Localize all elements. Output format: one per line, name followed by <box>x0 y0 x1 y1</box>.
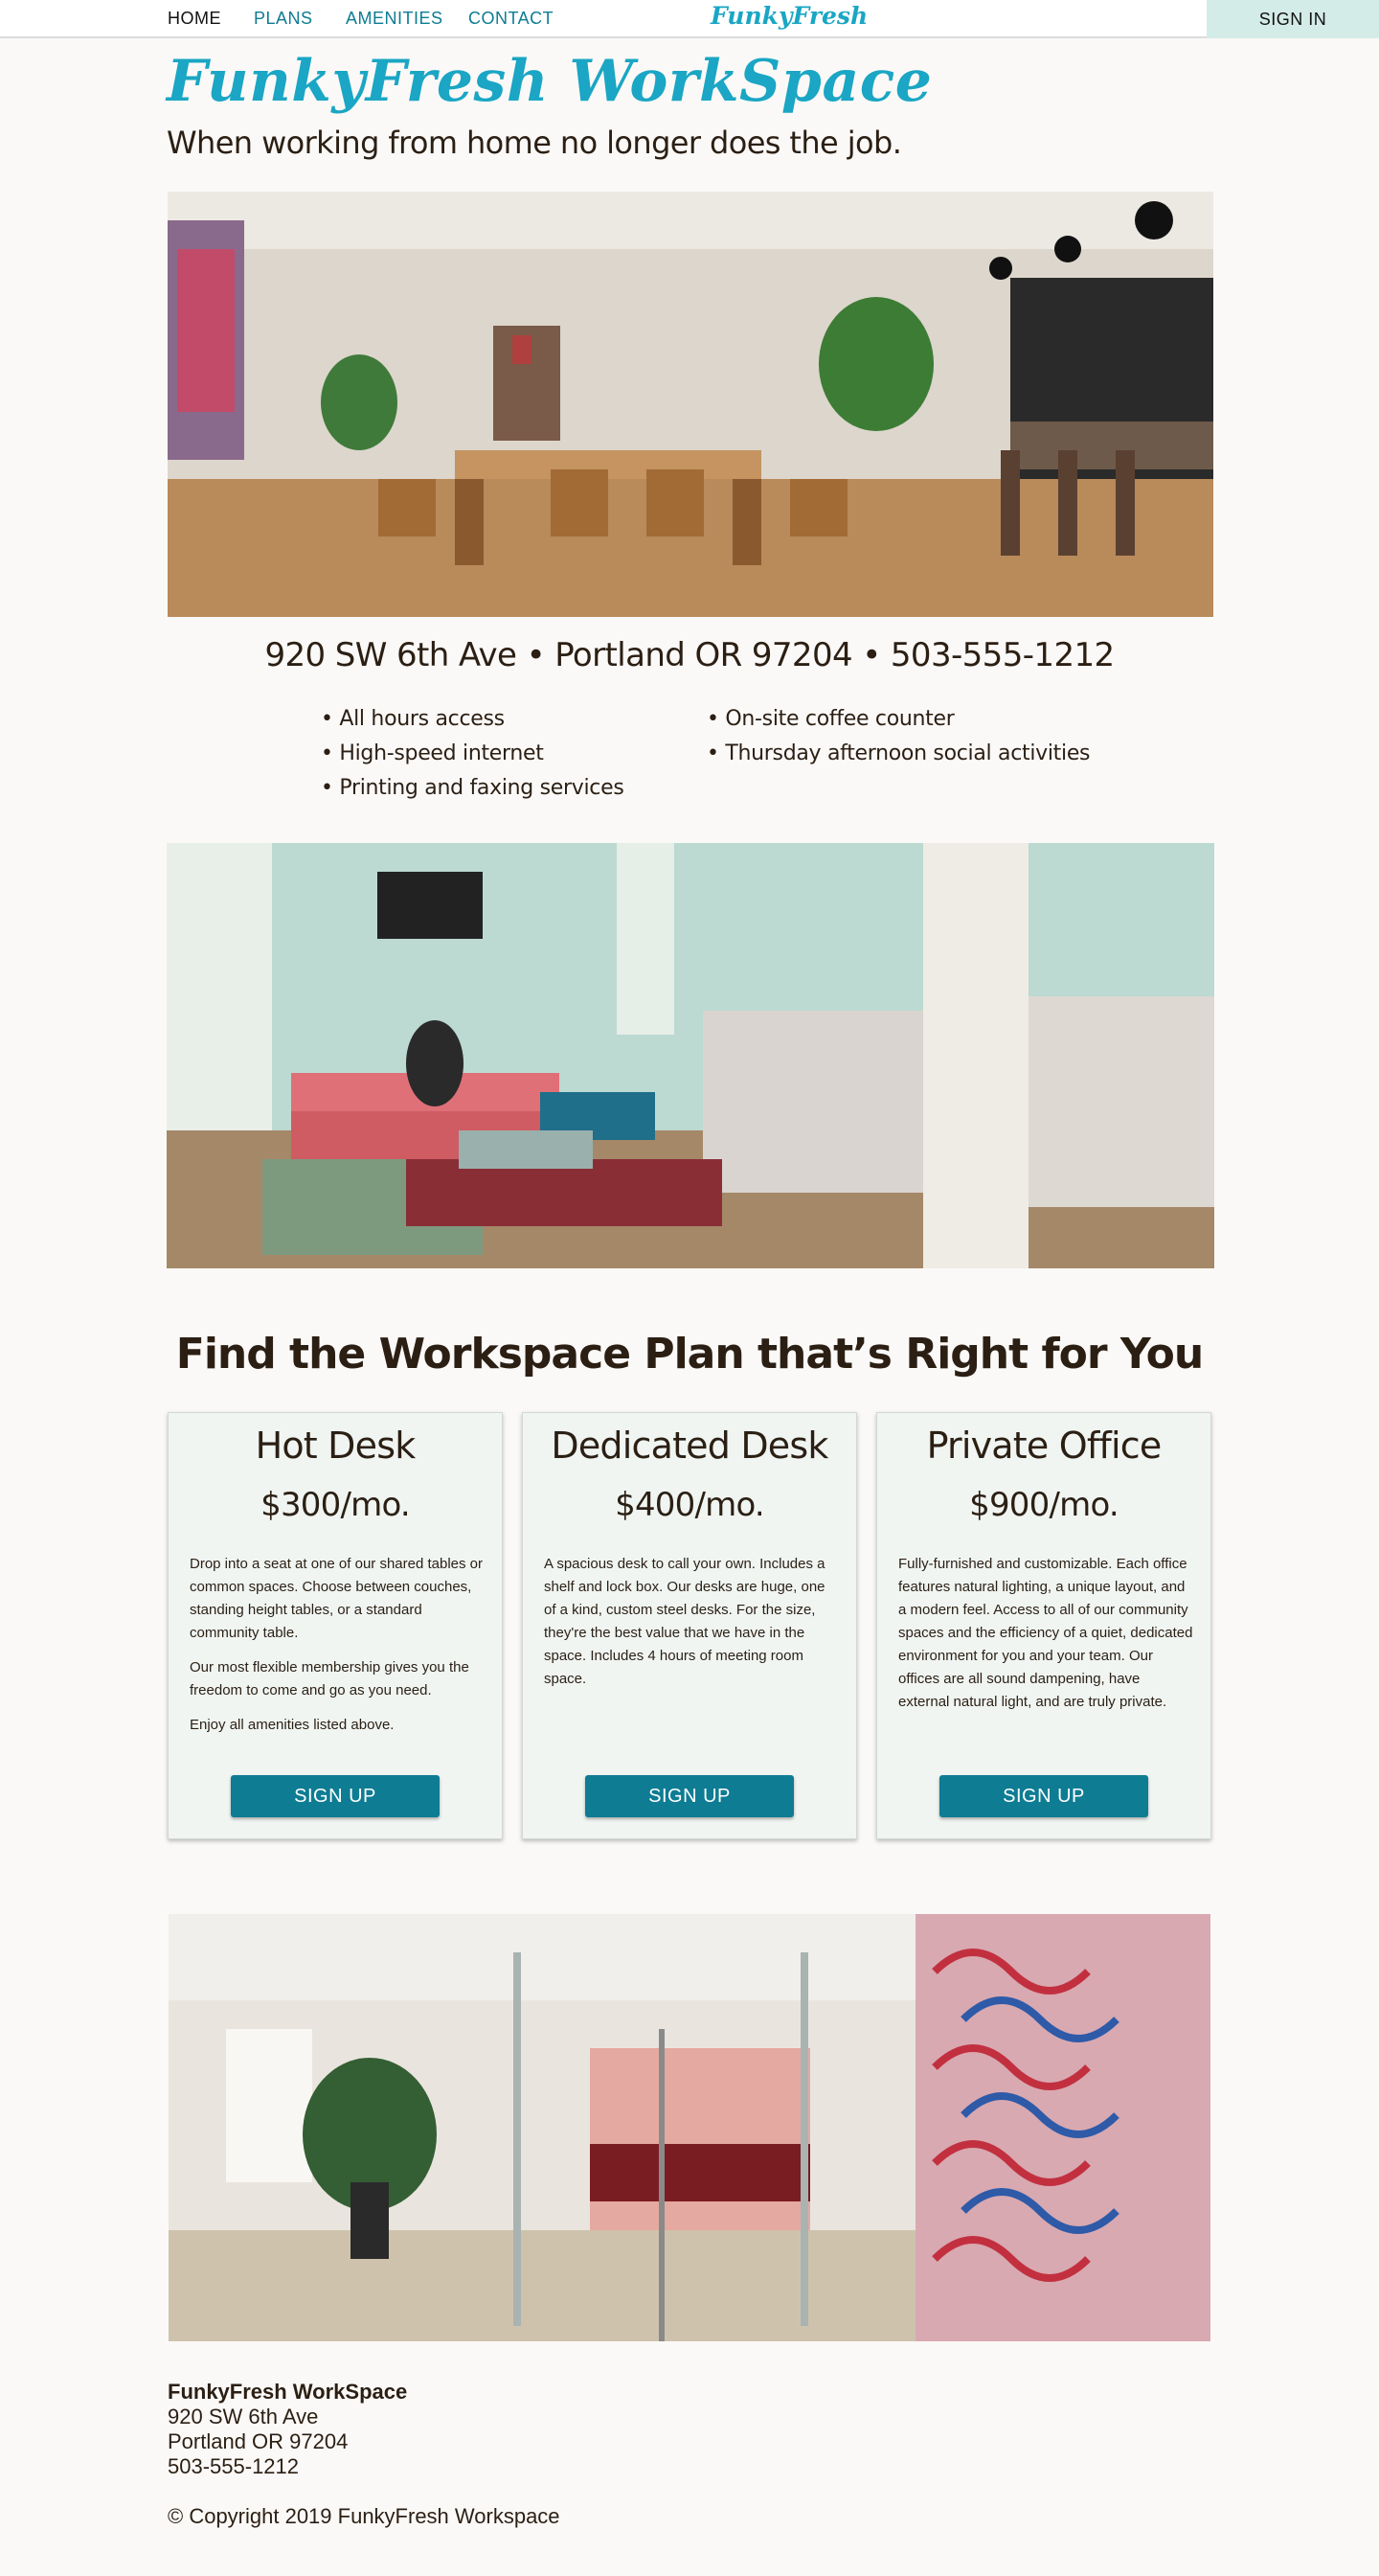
contact-line: 920 SW 6th Ave • Portland OR 97204 • 503… <box>264 636 1115 674</box>
plan-description-paragraph: Enjoy all amenities listed above. <box>190 1717 395 1733</box>
cafe-workspace-photo <box>168 192 1213 617</box>
plan-card-private-office: Private Office $900/mo. Fully-furnished … <box>876 1412 1211 1839</box>
plan-name: Dedicated Desk <box>551 1425 828 1467</box>
sign-in-button[interactable]: SIGN IN <box>1207 0 1379 38</box>
amenity-item: • Printing and faxing services <box>321 776 624 800</box>
plan-card-hot-desk: Hot Desk $300/mo. Drop into a seat at on… <box>168 1412 503 1839</box>
plans-heading: Find the Workspace Plan that’s Right for… <box>175 1330 1204 1379</box>
nav-home-link[interactable]: HOME <box>168 9 221 29</box>
amenity-item: • Thursday afternoon social activities <box>707 741 1091 765</box>
sign-up-button[interactable]: SIGN UP <box>939 1775 1148 1817</box>
plan-price: $300/mo. <box>260 1486 411 1524</box>
footer-address-line: Portland OR 97204 <box>168 2429 349 2453</box>
nav-plans-link[interactable]: PLANS <box>254 9 313 29</box>
plan-price: $400/mo. <box>615 1486 765 1524</box>
plan-card-dedicated-desk: Dedicated Desk $400/mo. A spacious desk … <box>522 1412 857 1839</box>
footer-business-name: FunkyFresh WorkSpace <box>168 2380 408 2404</box>
amenity-item: • On-site coffee counter <box>707 707 955 731</box>
footer-phone: 503-555-1212 <box>168 2454 300 2478</box>
plan-price: $900/mo. <box>969 1486 1119 1524</box>
plan-name: Hot Desk <box>255 1425 417 1467</box>
plan-name: Private Office <box>926 1425 1163 1467</box>
top-navigation: HOME PLANS AMENITIES CONTACT FunkyFresh … <box>0 0 1379 38</box>
nav-contact-link[interactable]: CONTACT <box>468 9 554 29</box>
sign-up-button[interactable]: SIGN UP <box>231 1775 440 1817</box>
hero-subtitle: When working from home no longer does th… <box>167 125 902 161</box>
entrance-photo <box>169 1914 1210 2341</box>
plan-description-paragraph: Our most flexible membership gives you t… <box>190 1659 469 1698</box>
plan-description-paragraph: Drop into a seat at one of our shared ta… <box>190 1556 484 1641</box>
sign-up-button[interactable]: SIGN UP <box>585 1775 794 1817</box>
nav-amenities-link[interactable]: AMENITIES <box>346 9 443 29</box>
plan-description: Drop into a seat at one of our shared ta… <box>190 1553 485 1748</box>
amenity-item: • All hours access <box>321 707 505 731</box>
footer-address-line: 920 SW 6th Ave <box>168 2405 319 2428</box>
plan-description: Fully-furnished and customizable. Each o… <box>898 1553 1193 1725</box>
amenity-item: • High-speed internet <box>321 741 544 765</box>
plan-description-paragraph: Fully-furnished and customizable. Each o… <box>898 1556 1193 1710</box>
plan-description: A spacious desk to call your own. Includ… <box>544 1553 839 1702</box>
copyright: © Copyright 2019 FunkyFresh Workspace <box>168 2504 560 2528</box>
plan-description-paragraph: A spacious desk to call your own. Includ… <box>544 1556 825 1687</box>
nav-logo[interactable]: FunkyFresh <box>711 2 868 30</box>
hero-title: FunkyFresh WorkSpace <box>167 48 933 115</box>
lounge-photo <box>167 843 1214 1268</box>
